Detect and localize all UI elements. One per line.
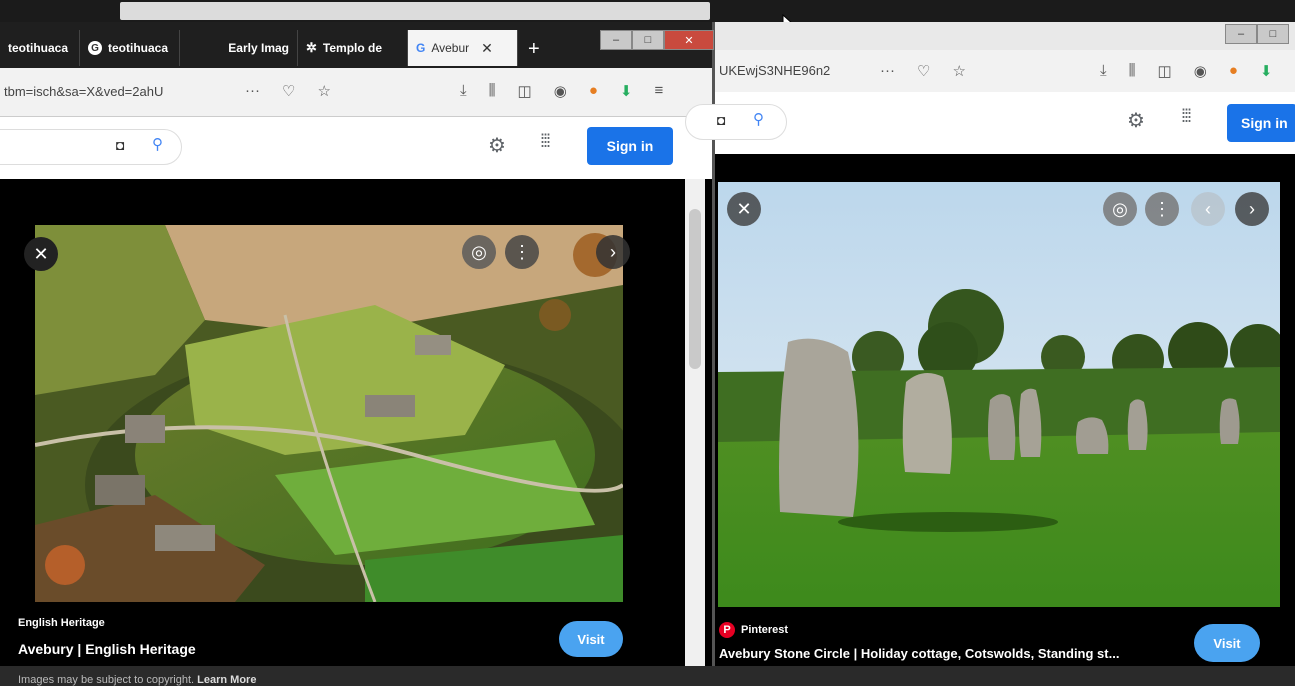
image-preview-panel: ✕ ◎ ⋮ ‹ › P Pinterest Avebury Stone Circ…	[715, 154, 1295, 666]
maximize-icon[interactable]: □	[1257, 24, 1289, 44]
google-g-icon: G	[416, 41, 426, 55]
toolbar-icons: ⤓ ⫼ ◫ ◉ ● ⬇	[1100, 62, 1272, 80]
url-field[interactable]: UKEwjS3NHE96n2	[719, 63, 830, 78]
download-icon[interactable]: ⤓	[460, 82, 467, 100]
desktop-top-strip	[0, 0, 1295, 22]
account-icon[interactable]: ◉	[1194, 62, 1207, 80]
google-header: ◘ ⚲ ⚙ ⁞⁞⁞ Sign in	[0, 117, 712, 179]
more-options-icon[interactable]: ⋮	[505, 235, 539, 269]
page-actions: ··· ♡ ☆	[245, 82, 331, 100]
tab-templo[interactable]: ✲ Templo de	[298, 30, 408, 66]
previous-image-icon[interactable]: ‹	[1191, 192, 1225, 226]
minimize-icon[interactable]: –	[1225, 24, 1257, 44]
tab-label: Templo de	[322, 41, 383, 55]
bookmark-star-icon[interactable]: ☆	[317, 82, 330, 100]
lens-icon[interactable]: ◎	[462, 235, 496, 269]
tab-teotihuacan-2[interactable]: G teotihuaca	[80, 30, 180, 66]
minimize-icon[interactable]: –	[600, 30, 632, 50]
tab-label: teotihuaca	[8, 41, 69, 55]
visit-button[interactable]: Visit	[1194, 624, 1260, 662]
close-tab-icon[interactable]: ✕	[481, 40, 493, 57]
camera-icon[interactable]: ◘	[116, 137, 124, 153]
library-icon[interactable]: ⫼	[1129, 62, 1136, 80]
pocket-icon[interactable]: ♡	[917, 62, 930, 80]
tab-bar: – □	[715, 22, 1295, 50]
copyright-text: Images may be subject to copyright.	[18, 674, 195, 686]
address-toolbar: UKEwjS3NHE96n2 ··· ♡ ☆ ⤓ ⫼ ◫ ◉ ● ⬇	[715, 50, 1295, 93]
download-icon[interactable]: ⤓	[1100, 62, 1107, 80]
scrollbar-thumb[interactable]	[689, 209, 701, 369]
pocket-icon[interactable]: ♡	[282, 82, 295, 100]
sidebar-icon[interactable]: ◫	[1158, 62, 1172, 80]
sidebar-icon[interactable]: ◫	[518, 82, 532, 100]
tab-bar: teotihuaca G teotihuaca Early Imag ✲ Tem…	[0, 22, 714, 68]
copyright-notice: Images may be subject to copyright. Lear…	[18, 674, 256, 686]
extension-icon[interactable]: ●	[1229, 62, 1238, 80]
new-tab-icon[interactable]: +	[528, 38, 540, 61]
right-browser-window: – □ UKEwjS3NHE96n2 ··· ♡ ☆ ⤓ ⫼ ◫ ◉ ● ⬇ ◘…	[685, 22, 1295, 666]
toolbar-icons: ⤓ ⫼ ◫ ◉ ● ⬇ ≡	[460, 82, 663, 100]
sign-in-button[interactable]: Sign in	[587, 127, 673, 165]
tab-label: Avebur	[431, 41, 470, 55]
account-icon[interactable]: ◉	[554, 82, 567, 100]
menu-icon[interactable]: ≡	[654, 82, 663, 100]
lens-icon[interactable]: ◎	[1103, 192, 1137, 226]
result-source[interactable]: English Heritage	[18, 617, 105, 629]
download-extension-icon[interactable]: ⬇	[620, 82, 633, 100]
visit-button[interactable]: Visit	[559, 621, 623, 657]
address-toolbar: tbm=isch&sa=X&ved=2ahU ··· ♡ ☆ ⤓ ⫼ ◫ ◉ ●…	[0, 68, 712, 117]
next-image-icon[interactable]: ›	[1235, 192, 1269, 226]
google-icon: G	[88, 41, 102, 55]
tab-label: teotihuaca	[108, 41, 169, 55]
avebury-stone-circle-image[interactable]	[718, 182, 1280, 607]
apps-grid-icon[interactable]: ⁞⁞⁞	[540, 131, 551, 152]
background-window-titlebar	[120, 2, 710, 20]
tab-label: Early Imag	[228, 41, 289, 55]
pinterest-icon: P	[719, 622, 735, 638]
scrollbar[interactable]	[685, 179, 705, 666]
more-icon[interactable]: ···	[880, 62, 895, 80]
more-icon[interactable]: ···	[245, 82, 260, 100]
result-title[interactable]: Avebury | English Heritage	[18, 641, 196, 657]
maximize-icon[interactable]: □	[632, 30, 664, 50]
more-options-icon[interactable]: ⋮	[1145, 192, 1179, 226]
search-icon[interactable]: ⚲	[152, 135, 163, 153]
gear-icon[interactable]: ⚙	[488, 133, 506, 158]
extension-icon[interactable]: ●	[589, 82, 598, 100]
tab-early-images[interactable]: Early Imag	[180, 30, 298, 66]
result-source[interactable]: Pinterest	[741, 624, 788, 636]
close-preview-icon[interactable]: ✕	[24, 237, 58, 271]
tab-avebury[interactable]: G Avebur ✕	[408, 30, 518, 66]
next-image-icon[interactable]: ›	[596, 235, 630, 269]
url-field[interactable]: tbm=isch&sa=X&ved=2ahU	[4, 84, 163, 99]
flower-icon: ✲	[306, 40, 317, 55]
window-controls: – □ ✕	[600, 30, 714, 50]
result-title[interactable]: Avebury Stone Circle | Holiday cottage, …	[719, 646, 1119, 661]
image-preview-panel: ✕ ◎ ⋮ › English Heritage Avebury | Engli…	[0, 179, 685, 686]
sign-in-button[interactable]: Sign in	[1227, 104, 1295, 142]
search-icon[interactable]: ⚲	[753, 110, 764, 128]
search-box[interactable]	[685, 104, 787, 140]
close-preview-icon[interactable]: ✕	[727, 192, 761, 226]
google-header: ◘ ⚲ ⚙ ⁞⁞⁞ Sign in	[685, 92, 1295, 154]
camera-icon[interactable]: ◘	[717, 112, 725, 128]
learn-more-link[interactable]: Learn More	[197, 674, 256, 686]
library-icon[interactable]: ⫼	[489, 82, 496, 100]
apps-grid-icon[interactable]: ⁞⁞⁞	[1181, 106, 1192, 127]
left-browser-window: teotihuaca G teotihuaca Early Imag ✲ Tem…	[0, 22, 715, 686]
close-window-icon[interactable]: ✕	[664, 30, 714, 50]
window-controls: – □	[1225, 24, 1289, 44]
tab-teotihuacan-1[interactable]: teotihuaca	[0, 30, 80, 66]
page-actions: ··· ♡ ☆	[880, 62, 966, 80]
bookmark-star-icon[interactable]: ☆	[952, 62, 965, 80]
result-source-row: P Pinterest	[719, 622, 788, 638]
download-extension-icon[interactable]: ⬇	[1260, 62, 1273, 80]
gear-icon[interactable]: ⚙	[1127, 108, 1145, 133]
aerial-avebury-image[interactable]	[35, 225, 623, 602]
